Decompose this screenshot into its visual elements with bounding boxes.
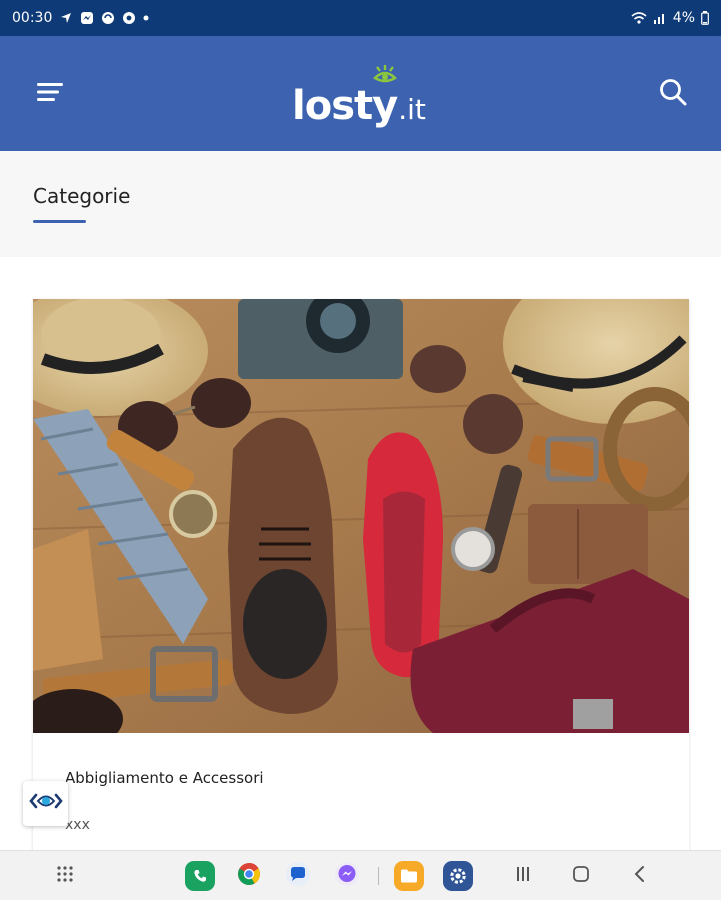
wifi-icon bbox=[631, 11, 647, 25]
search-button[interactable] bbox=[653, 74, 693, 114]
dock-settings[interactable] bbox=[441, 851, 475, 900]
tab-active-indicator bbox=[33, 220, 86, 223]
app-drawer-icon bbox=[56, 865, 74, 888]
settings-app-icon bbox=[443, 861, 473, 891]
navigation-icon bbox=[59, 11, 73, 25]
messages-app-icon bbox=[285, 861, 311, 892]
status-left: 00:30 bbox=[12, 0, 149, 36]
system-nav-bar bbox=[0, 850, 721, 900]
back-icon bbox=[633, 865, 645, 888]
content-area: Abbigliamento e Accessori xxx bbox=[0, 257, 721, 859]
status-bar: 00:30 4% bbox=[0, 0, 721, 36]
home-icon bbox=[572, 865, 590, 888]
app-drawer-button[interactable] bbox=[48, 851, 82, 900]
vodafone-icon bbox=[122, 11, 136, 25]
category-card[interactable]: Abbigliamento e Accessori xxx bbox=[33, 299, 689, 859]
battery-icon bbox=[701, 11, 709, 25]
hamburger-menu-icon bbox=[37, 81, 63, 108]
category-image bbox=[33, 299, 689, 733]
category-tabs: Categorie bbox=[0, 151, 721, 257]
logo-sprout-icon bbox=[372, 65, 398, 83]
status-time: 00:30 bbox=[12, 10, 53, 26]
app-notification-icon bbox=[101, 11, 115, 25]
signal-icon bbox=[653, 11, 667, 25]
dock-chrome[interactable] bbox=[232, 851, 266, 900]
back-button[interactable] bbox=[624, 851, 654, 900]
app-screen: 00:30 4% losty .it Categorie Abbigliamen… bbox=[0, 0, 721, 900]
logo-tld-text: .it bbox=[398, 93, 426, 127]
dock-messenger[interactable] bbox=[330, 851, 364, 900]
battery-percent: 4% bbox=[672, 10, 695, 26]
dock-phone[interactable] bbox=[183, 851, 217, 900]
menu-button[interactable] bbox=[30, 76, 70, 112]
dock-messages[interactable] bbox=[281, 851, 315, 900]
tab-categorie[interactable]: Categorie bbox=[33, 184, 130, 208]
card-title: Abbigliamento e Accessori bbox=[65, 769, 264, 787]
chrome-app-icon bbox=[236, 861, 262, 892]
card-subtitle: xxx bbox=[65, 817, 90, 833]
recents-icon bbox=[515, 866, 531, 887]
messenger-small-icon bbox=[80, 11, 94, 25]
accessibility-eye-icon bbox=[28, 791, 63, 816]
dock-files[interactable] bbox=[392, 851, 426, 900]
tab-categorie-label: Categorie bbox=[33, 184, 131, 208]
dock-separator bbox=[378, 867, 379, 885]
logo-main-text: losty bbox=[292, 83, 398, 129]
files-app-icon bbox=[394, 861, 424, 891]
home-button[interactable] bbox=[566, 851, 596, 900]
losty-logo[interactable]: losty .it bbox=[292, 65, 426, 129]
search-icon bbox=[658, 77, 688, 112]
accessibility-button[interactable] bbox=[23, 781, 68, 826]
recents-button[interactable] bbox=[508, 851, 538, 900]
phone-app-icon bbox=[185, 861, 215, 891]
dot-icon bbox=[143, 15, 149, 21]
status-right: 4% bbox=[631, 0, 709, 36]
messenger-app-icon bbox=[334, 861, 360, 892]
app-header: losty .it bbox=[0, 36, 721, 151]
logo-wordmark: losty bbox=[292, 83, 398, 129]
